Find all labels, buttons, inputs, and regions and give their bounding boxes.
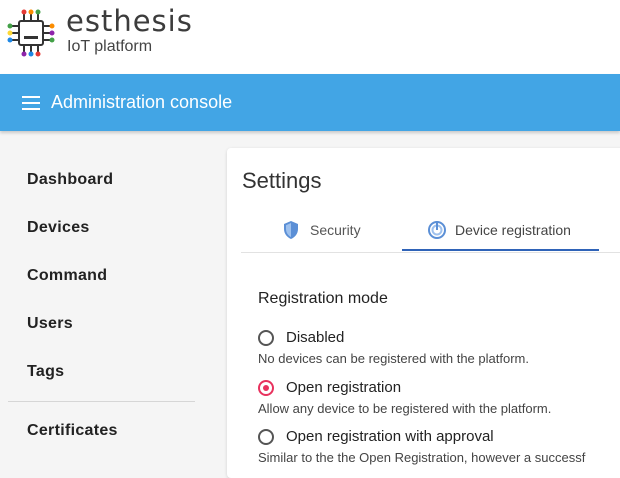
- shield-icon: [284, 221, 298, 239]
- app-bar: Administration console: [0, 74, 620, 131]
- tab-device-registration[interactable]: Device registration: [427, 210, 597, 252]
- radio-open-registration-description: Allow any device to be registered with t…: [258, 401, 552, 416]
- sidebar-item-command[interactable]: Command: [27, 267, 107, 285]
- circuit-chip-icon: [7, 9, 55, 57]
- sidebar: Dashboard Devices Command Users Tags Cer…: [0, 131, 214, 472]
- hamburger-menu-icon[interactable]: [22, 96, 40, 110]
- radio-open-registration-approval-description: Similar to the the Open Registration, ho…: [258, 450, 586, 465]
- sidebar-item-users[interactable]: Users: [27, 315, 73, 333]
- active-tab-indicator: [402, 249, 599, 251]
- radio-open-registration-label: Open registration: [286, 379, 402, 396]
- sidebar-item-tags[interactable]: Tags: [27, 363, 64, 381]
- tabs-divider: [241, 252, 620, 253]
- tab-security[interactable]: Security: [282, 210, 392, 252]
- settings-card: Settings Security Device registration Re…: [227, 148, 620, 478]
- page-title: Settings: [242, 168, 322, 193]
- app-bar-title: Administration console: [51, 92, 233, 112]
- brand-header: esthesis IoT platform: [0, 0, 620, 74]
- sidebar-item-dashboard[interactable]: Dashboard: [27, 171, 113, 189]
- sidebar-item-devices[interactable]: Devices: [27, 219, 90, 237]
- radio-disabled-description: No devices can be registered with the pl…: [258, 351, 529, 366]
- registration-icon: [428, 221, 446, 239]
- radio-open-registration-approval-label: Open registration with approval: [286, 428, 494, 445]
- brand-name: esthesis: [66, 4, 193, 38]
- brand-subtitle: IoT platform: [67, 38, 153, 55]
- tab-device-registration-label: Device registration: [455, 222, 571, 238]
- radio-disabled-label: Disabled: [286, 329, 345, 346]
- tab-security-label: Security: [310, 222, 361, 238]
- radio-button-checked[interactable]: [258, 380, 274, 396]
- sidebar-divider: [8, 401, 195, 402]
- sidebar-item-certificates[interactable]: Certificates: [27, 422, 118, 440]
- radio-button[interactable]: [258, 429, 274, 445]
- radio-button[interactable]: [258, 330, 274, 346]
- registration-mode-title: Registration mode: [258, 290, 388, 307]
